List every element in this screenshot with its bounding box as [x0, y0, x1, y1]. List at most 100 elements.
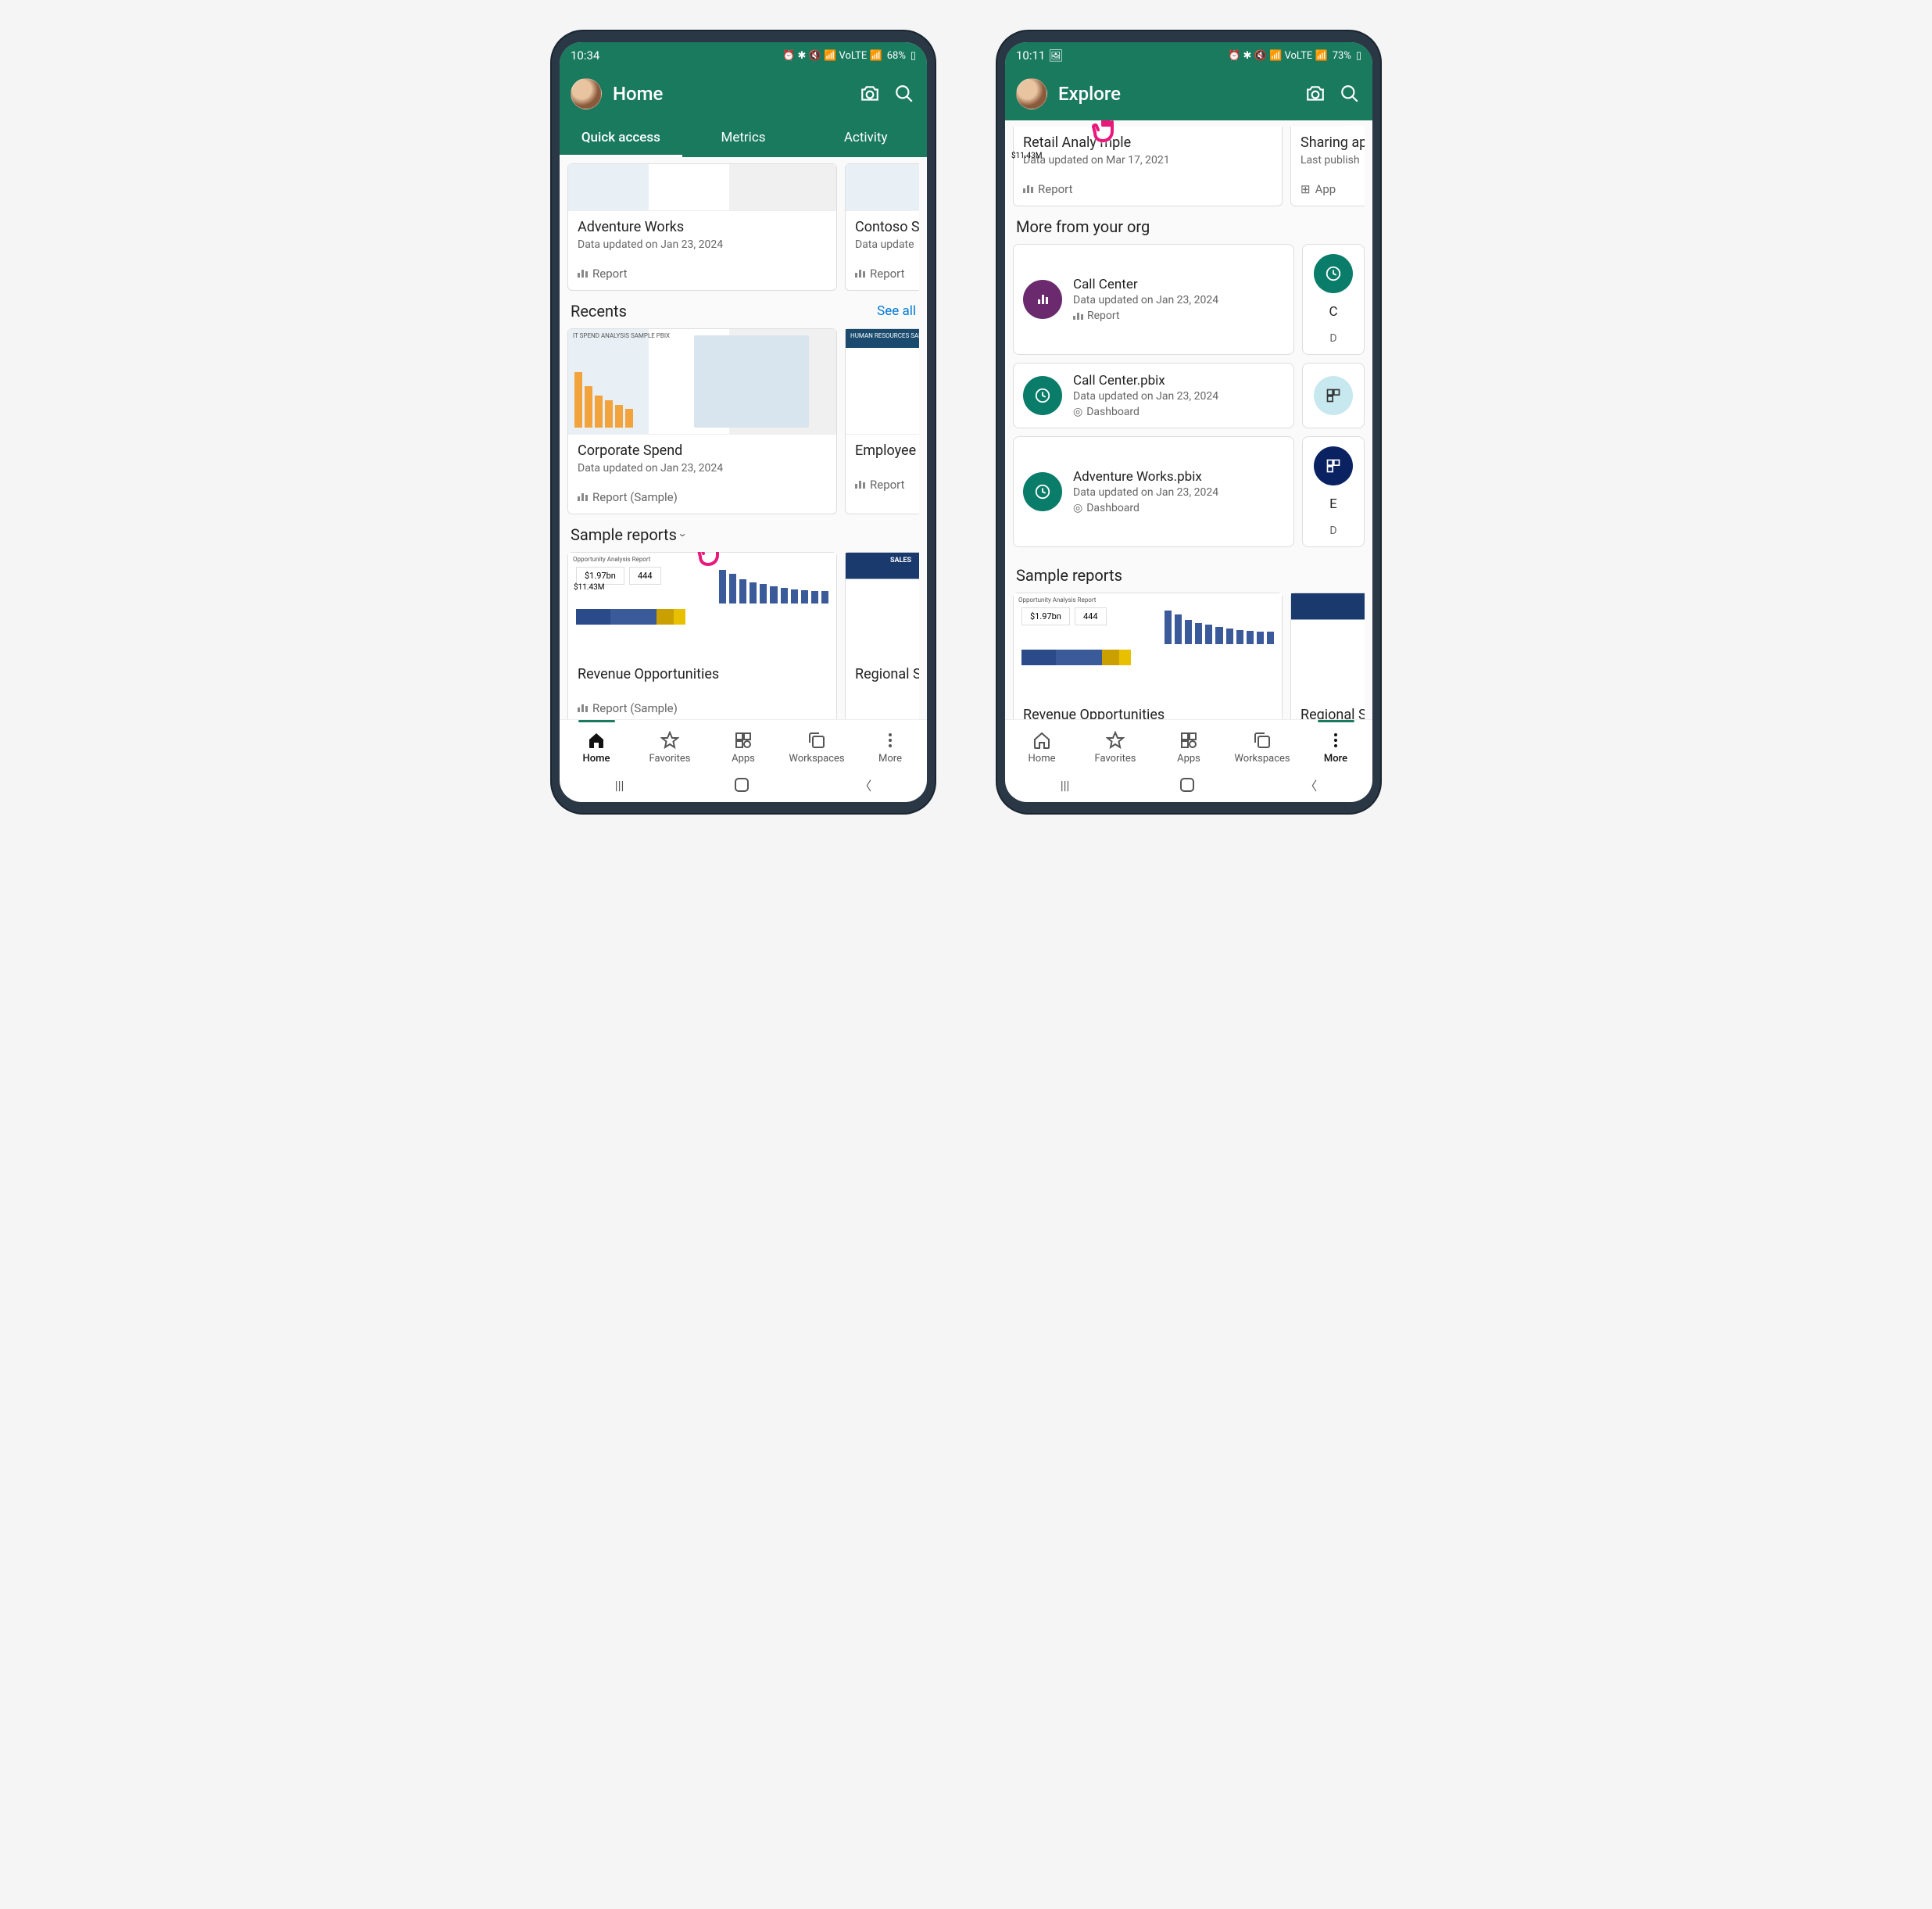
camera-icon[interactable] — [858, 82, 882, 106]
card-subtitle: Last publish — [1301, 154, 1365, 167]
home-icon — [1032, 731, 1051, 750]
bottom-nav: Home Favorites Apps Workspaces More — [1005, 719, 1372, 768]
system-nav: ||| 〈 — [1005, 768, 1372, 802]
list-item-side[interactable] — [1302, 363, 1365, 428]
nav-apps[interactable]: Apps — [1152, 726, 1225, 765]
card-type: Report — [568, 260, 836, 290]
card-title: Regional S — [1301, 707, 1365, 719]
search-icon[interactable] — [1338, 82, 1361, 106]
card-type: Report — [1014, 176, 1282, 206]
card-subtitle: Data updated on Jan 23, 2024 — [578, 238, 827, 251]
card-regional[interactable]: SALES $11.43M Regional S — [845, 552, 919, 719]
card-thumbnail: SALES $11.43M — [1291, 593, 1365, 699]
avatar[interactable] — [1016, 78, 1047, 109]
section-sample-reports: Sample reports — [1013, 555, 1365, 593]
tab-quick-access[interactable]: Quick access — [560, 120, 682, 157]
card-revenue-opportunities[interactable]: Opportunity Analysis Report $1.97bn 444 … — [567, 552, 837, 719]
pointer-hand-icon — [692, 552, 732, 571]
card-title: Revenue Opportunities — [1023, 707, 1272, 719]
nav-apps[interactable]: Apps — [707, 726, 780, 765]
report-icon — [1023, 185, 1033, 193]
card-corporate-spend[interactable]: IT SPEND ANALYSIS SAMPLE PBIX Corporate … — [567, 328, 837, 514]
bottom-nav: Home Favorites Apps Workspaces More — [560, 719, 927, 768]
more-icon — [881, 731, 900, 750]
nav-workspaces[interactable]: Workspaces — [780, 726, 853, 765]
card-revenue-opportunities[interactable]: Opportunity Analysis Report $1.97bn 444 … — [1013, 593, 1283, 719]
nav-workspaces[interactable]: Workspaces — [1225, 726, 1299, 765]
list-item-side[interactable]: E D — [1302, 436, 1365, 547]
dashboard-icon: ◎ — [1073, 502, 1082, 514]
card-thumbnail: SALES $11.43M — [846, 553, 919, 658]
see-all-link[interactable]: See all — [877, 303, 916, 319]
back-icon[interactable]: 〈 — [1304, 775, 1317, 794]
nav-favorites[interactable]: Favorites — [1079, 726, 1152, 765]
status-bar: 10:11 🖼 ⏰ ✱ 🔇 📶 VoLTE 📶 73% ▯ — [1005, 42, 1372, 69]
nav-more[interactable]: More — [853, 726, 927, 765]
card-retail-analysis[interactable]: Retail Analy mple Data updated on Mar 17… — [1013, 127, 1283, 206]
recent-apps-icon[interactable]: ||| — [1061, 778, 1070, 793]
card-subtitle: Data updated on Mar 17, 2021 — [1023, 154, 1272, 167]
card-contoso[interactable]: Contoso S Data update Report — [845, 163, 919, 291]
list-type: ◎ Dashboard — [1073, 502, 1284, 514]
card-title: Adventure Works — [578, 219, 827, 235]
list-subtitle: Data updated on Jan 23, 2024 — [1073, 294, 1284, 306]
bars-icon — [574, 335, 689, 428]
card-sharing-app[interactable]: Sharing ap Last publish ⊞ App — [1290, 127, 1365, 206]
list-item-call-center-pbix[interactable]: Call Center.pbix Data updated on Jan 23,… — [1013, 363, 1294, 428]
chevron-down-icon: › — [676, 533, 691, 537]
phone-left: 10:34 ⏰ ✱ 🔇 📶 VoLTE 📶 68% ▯ Home Quick a… — [552, 31, 935, 813]
system-nav: ||| 〈 — [560, 768, 927, 802]
nav-home[interactable]: Home — [560, 726, 633, 765]
list-item-side[interactable]: C D — [1302, 244, 1365, 355]
status-bar: 10:34 ⏰ ✱ 🔇 📶 VoLTE 📶 68% ▯ — [560, 42, 927, 69]
page-title: Explore — [1058, 83, 1293, 105]
card-type: ⊞ App — [1291, 176, 1365, 206]
phone-right: 10:11 🖼 ⏰ ✱ 🔇 📶 VoLTE 📶 73% ▯ Explore Re — [997, 31, 1380, 813]
card-title: Employee — [855, 442, 919, 459]
home-button-icon[interactable] — [1180, 778, 1194, 792]
app-bar: Home — [560, 69, 927, 120]
report-icon — [578, 704, 588, 712]
home-button-icon[interactable] — [735, 778, 749, 792]
report-icon — [855, 481, 865, 489]
card-adventure-works[interactable]: Adventure Works Data updated on Jan 23, … — [567, 163, 837, 291]
card-regional[interactable]: SALES $11.43M Regional S — [1290, 593, 1365, 719]
status-time: 10:34 — [571, 48, 599, 63]
report-icon — [578, 493, 588, 501]
card-subtitle: Data updated on Jan 23, 2024 — [578, 462, 827, 475]
tab-metrics[interactable]: Metrics — [682, 120, 805, 157]
content-scroll[interactable]: Retail Analy mple Data updated on Mar 17… — [1005, 120, 1372, 719]
content-scroll[interactable]: Adventure Works Data updated on Jan 23, … — [560, 157, 927, 719]
nav-home[interactable]: Home — [1005, 726, 1079, 765]
dashboard-circle-icon — [1314, 254, 1353, 293]
dashboard-circle-icon — [1023, 472, 1062, 511]
list-item-call-center[interactable]: Call Center Data updated on Jan 23, 2024… — [1013, 244, 1294, 355]
card-title: Revenue Opportunities — [578, 666, 827, 682]
card-type: Report (Sample) — [568, 484, 836, 514]
card-type: Report (Sample) — [568, 695, 836, 719]
app-circle-icon — [1314, 446, 1353, 485]
card-title: Corporate Spend — [578, 442, 827, 459]
card-thumbnail: HUMAN RESOURCES SAMPL — [846, 329, 919, 435]
list-item-adventure-works-pbix[interactable]: Adventure Works.pbix Data updated on Jan… — [1013, 436, 1294, 547]
list-subtitle: Data updated on Jan 23, 2024 — [1073, 390, 1284, 403]
recent-apps-icon[interactable]: ||| — [615, 778, 624, 793]
avatar[interactable] — [571, 78, 602, 109]
dashboard-icon: ◎ — [1073, 406, 1082, 418]
camera-icon[interactable] — [1304, 82, 1327, 106]
list-type: ◎ Dashboard — [1073, 406, 1284, 418]
status-icons: ⏰ ✱ 🔇 📶 VoLTE 📶 73% ▯ — [1228, 50, 1361, 62]
page-title: Home — [613, 83, 847, 105]
card-title: Sharing ap — [1301, 134, 1365, 151]
search-icon[interactable] — [893, 82, 916, 106]
tab-activity[interactable]: Activity — [804, 120, 927, 157]
section-sample-reports[interactable]: Sample reports› — [567, 514, 919, 552]
apps-icon — [1179, 731, 1198, 750]
nav-favorites[interactable]: Favorites — [633, 726, 707, 765]
card-employee[interactable]: HUMAN RESOURCES SAMPL Employee Report — [845, 328, 919, 514]
back-icon[interactable]: 〈 — [859, 775, 871, 794]
nav-more[interactable]: More — [1299, 726, 1372, 765]
app-circle-icon — [1314, 376, 1353, 415]
card-subtitle: Data update — [855, 238, 919, 251]
status-icons: ⏰ ✱ 🔇 📶 VoLTE 📶 68% ▯ — [782, 50, 916, 62]
